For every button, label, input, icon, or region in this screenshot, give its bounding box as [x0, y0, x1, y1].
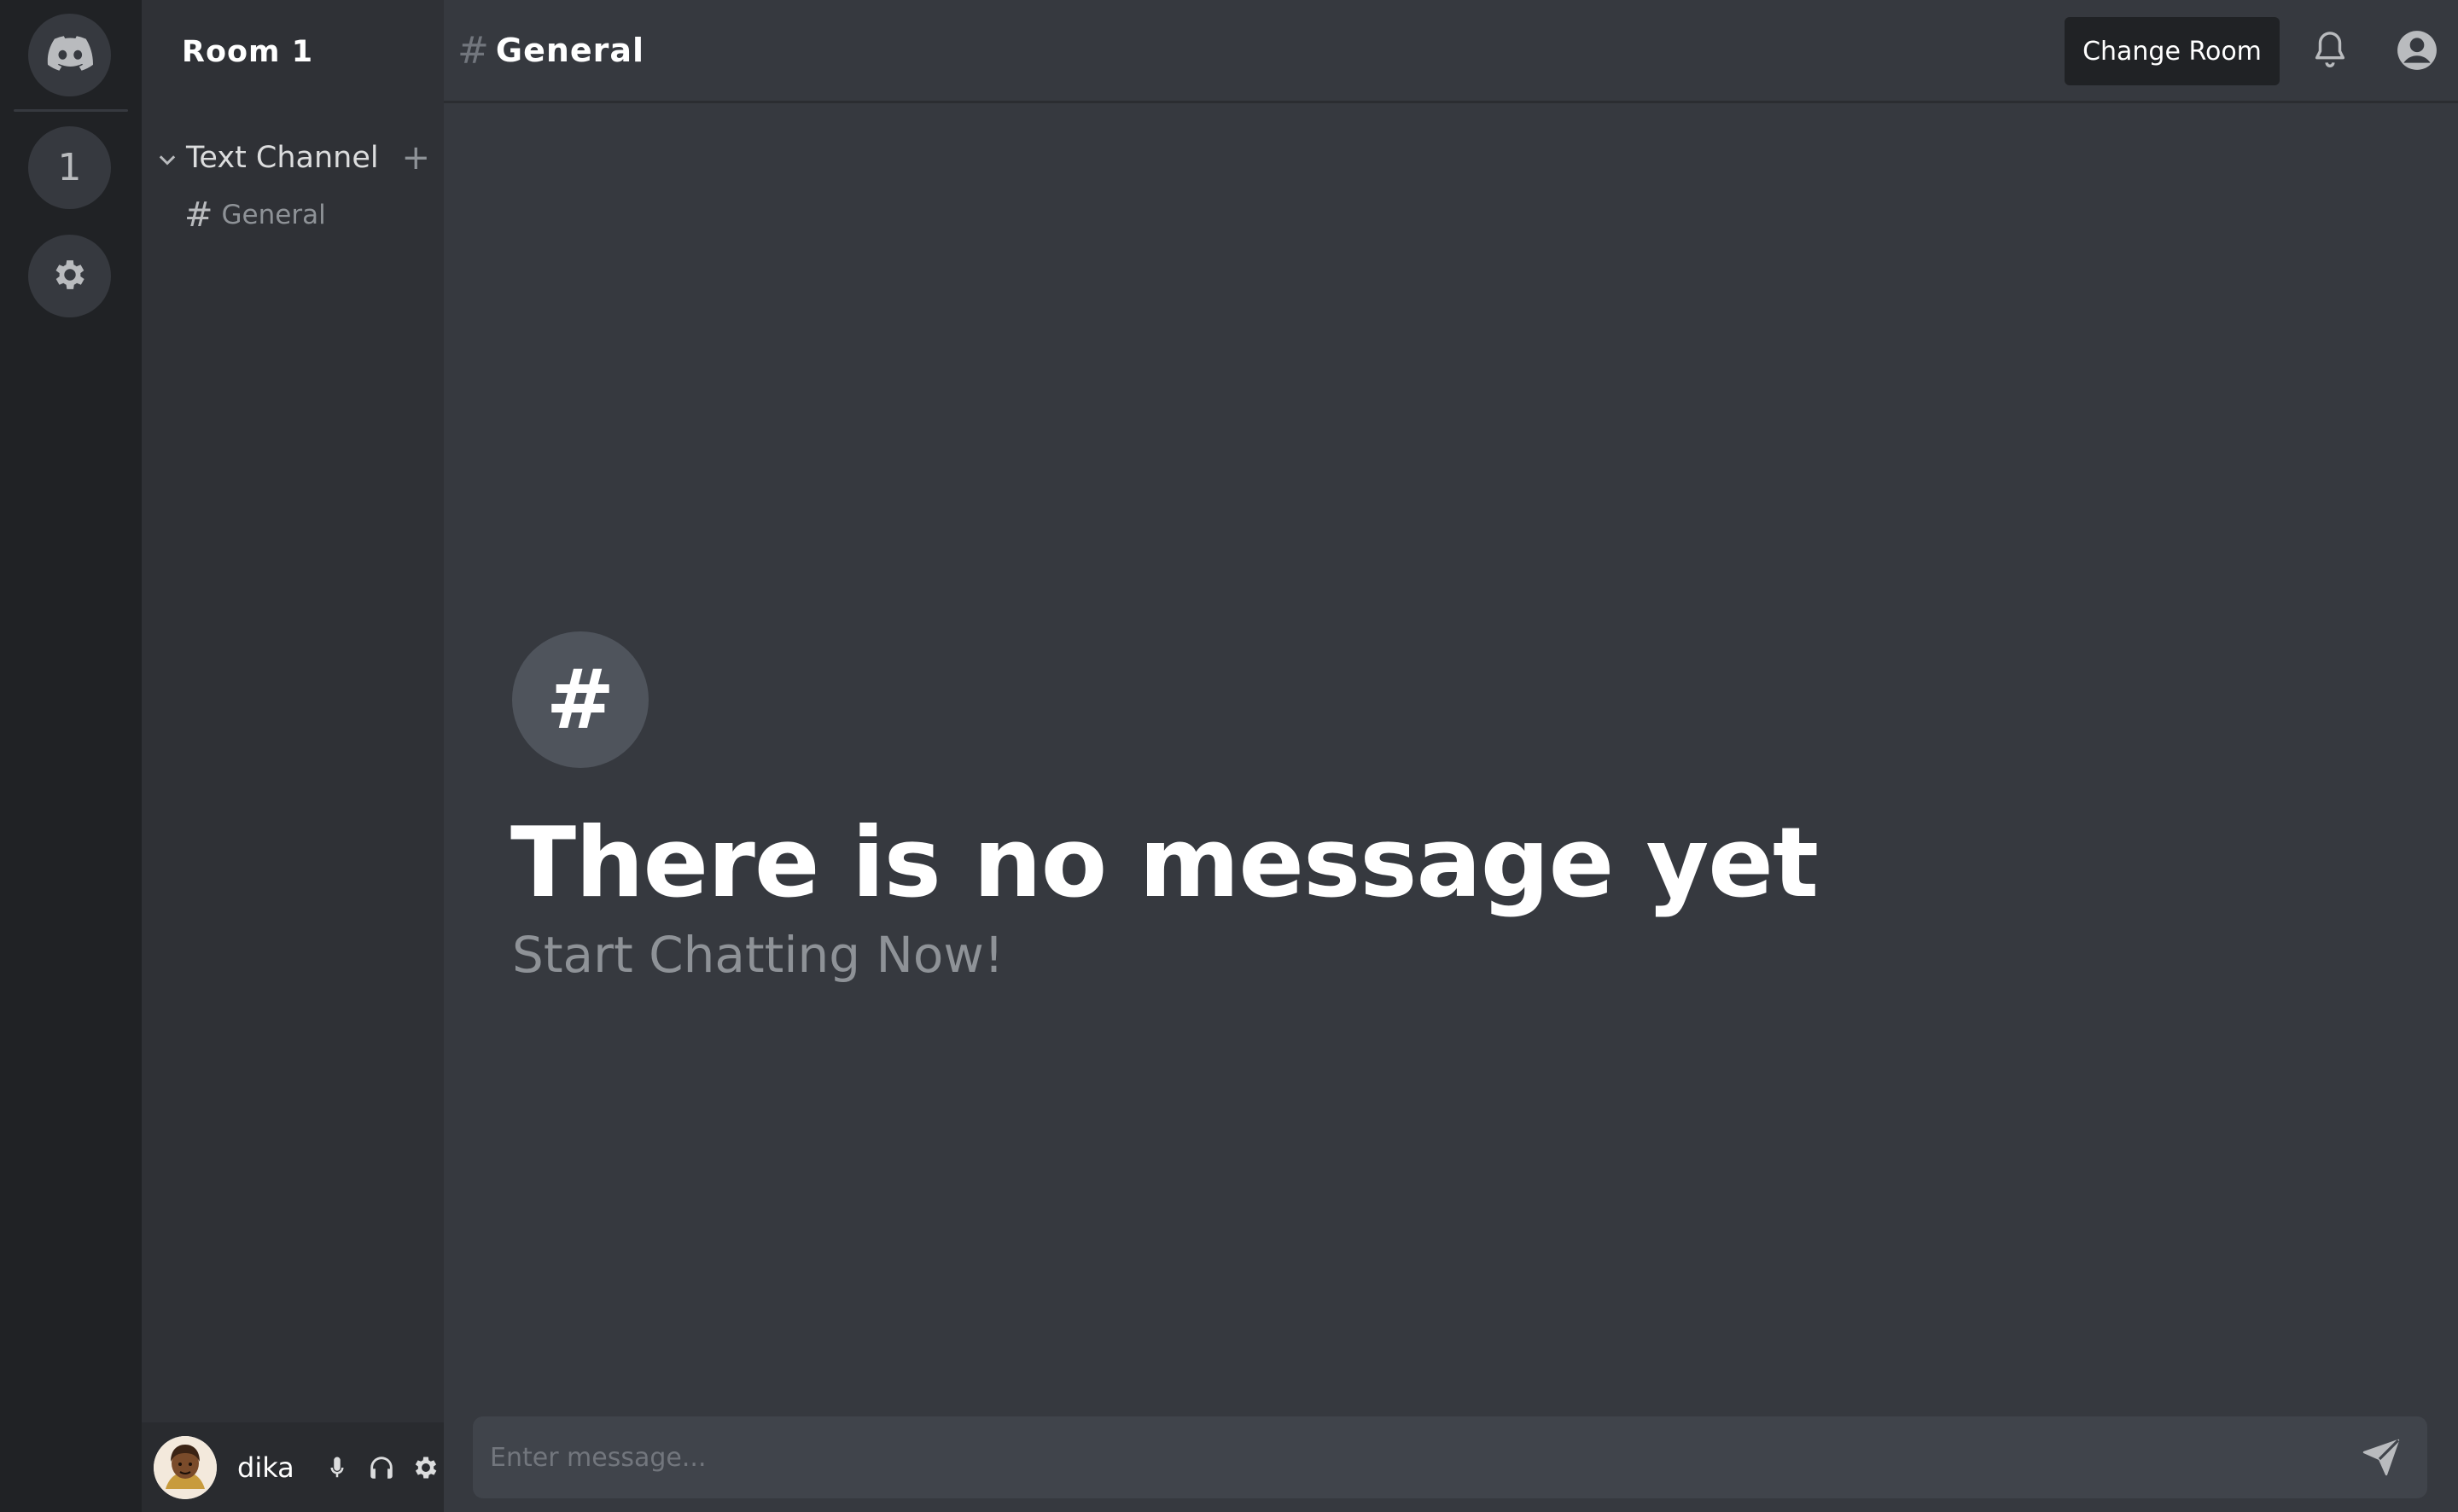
microphone-icon[interactable] — [321, 1451, 353, 1484]
change-room-button[interactable]: Change Room — [2065, 17, 2280, 85]
channel-label: General — [221, 200, 326, 230]
add-channel-button[interactable]: + — [401, 141, 430, 175]
chevron-down-icon — [155, 146, 179, 170]
server-rail: 1 — [0, 0, 142, 1512]
settings-button[interactable] — [28, 235, 111, 317]
user-controls — [321, 1451, 444, 1484]
send-icon[interactable] — [2361, 1437, 2402, 1478]
channel-item-general[interactable]: # General — [184, 195, 326, 236]
category-label: Text Channel — [186, 141, 379, 175]
hash-icon: # — [184, 195, 213, 235]
discord-logo-button[interactable] — [28, 14, 111, 96]
channel-hash-icon: # — [457, 28, 489, 73]
rail-separator — [14, 109, 128, 112]
room-1-button[interactable]: 1 — [28, 126, 111, 209]
chat-main: # General Change Room # There is no mess… — [444, 0, 2458, 1512]
bell-icon[interactable] — [2310, 29, 2350, 77]
room-number: 1 — [57, 146, 82, 189]
username: dika — [237, 1451, 294, 1484]
discord-logo-icon — [47, 35, 93, 75]
avatar[interactable] — [154, 1435, 217, 1499]
text-channel-category[interactable]: Text Channel + — [155, 137, 430, 178]
profile-icon[interactable] — [2396, 29, 2438, 75]
channel-hash-badge: # — [512, 631, 649, 768]
room-title: Room 1 — [182, 34, 314, 69]
gear-icon — [50, 255, 90, 298]
empty-state-subtitle: Start Chatting Now! — [512, 926, 1005, 984]
channel-sidebar: Room 1 Text Channel + # General dika — [142, 0, 444, 1512]
headphones-icon[interactable] — [365, 1451, 398, 1484]
user-settings-gear-icon[interactable] — [410, 1451, 442, 1484]
empty-state-title: There is no message yet — [510, 806, 1819, 919]
message-composer — [473, 1416, 2427, 1498]
message-input[interactable] — [488, 1441, 2361, 1474]
channel-title: General — [495, 32, 645, 69]
user-panel: dika — [142, 1422, 444, 1512]
